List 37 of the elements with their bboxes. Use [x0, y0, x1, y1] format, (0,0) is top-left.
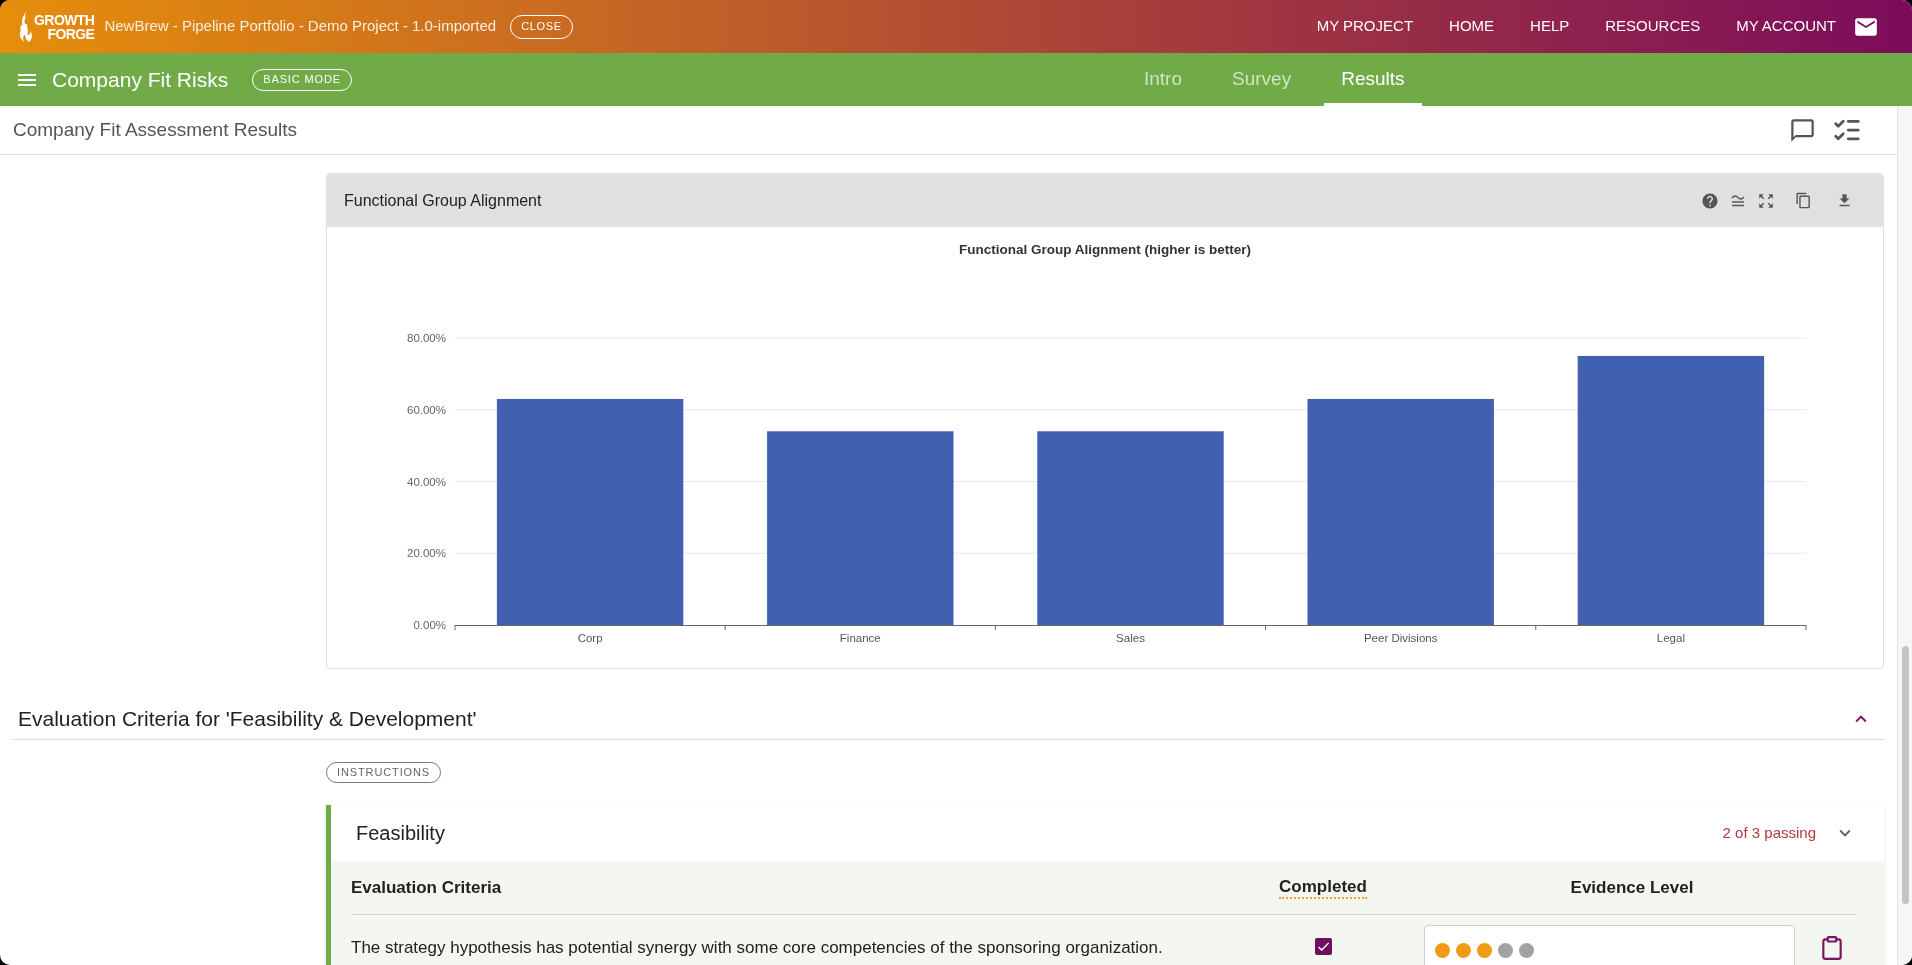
column-header: Evaluation Criteria [351, 877, 503, 899]
nav-link[interactable]: HOME [1449, 15, 1495, 38]
copy-icon[interactable] [1795, 192, 1812, 209]
checkbox[interactable] [1314, 938, 1332, 956]
group-title: Feasibility [356, 821, 445, 847]
chart-title: Functional Group Alignment (higher is better) [959, 242, 1251, 257]
module-title: Company Fit Risks [52, 66, 229, 93]
nav-link[interactable]: MY PROJECT [1316, 15, 1414, 38]
section-title: Evaluation Criteria for 'Feasibility & Development' [18, 705, 477, 732]
y-axis-label: 60.00% [407, 403, 446, 416]
column-header: Completed [1279, 876, 1367, 899]
y-axis-label: 0.00% [413, 619, 446, 631]
page-title: Company Fit Assessment Results [13, 117, 298, 142]
nav-link[interactable]: HELP [1530, 15, 1570, 38]
passing-status: 2 of 3 passing [1722, 823, 1816, 843]
x-axis-label: Sales [1116, 632, 1145, 644]
y-axis-label: 80.00% [407, 332, 446, 344]
x-axis-label: Finance [839, 632, 881, 644]
nav-link[interactable]: MY ACCOUNT [1736, 15, 1836, 38]
expand-icon[interactable] [1757, 191, 1775, 210]
help-icon[interactable] [1701, 191, 1719, 210]
x-axis-label: Corp [577, 632, 603, 644]
nav-link[interactable]: RESOURCES [1605, 15, 1701, 38]
column-header: Evidence Level [1569, 877, 1695, 899]
scrollbar-thumb[interactable] [1901, 646, 1909, 904]
x-axis-label: Peer Divisions [1363, 632, 1438, 644]
criterion-text: The strategy hypothesis has potential synergy with some core competencies of the sponsoring organization. [351, 937, 1164, 960]
card-title: Functional Group Alignment [344, 190, 542, 211]
flame-logo-icon [18, 10, 33, 43]
approx-equal-icon[interactable] [1731, 194, 1745, 207]
project-title: NewBrew - Pipeline Portfolio - Demo Project - 1.0-imported [104, 16, 497, 37]
y-axis-label: 40.00% [407, 475, 446, 488]
logo-text: FORGE [47, 26, 95, 41]
logo-text: GROWTH [34, 12, 95, 27]
x-axis-label: Legal [1656, 632, 1685, 644]
y-axis-label: 20.00% [407, 547, 446, 560]
comment-icon[interactable] [1789, 116, 1816, 144]
